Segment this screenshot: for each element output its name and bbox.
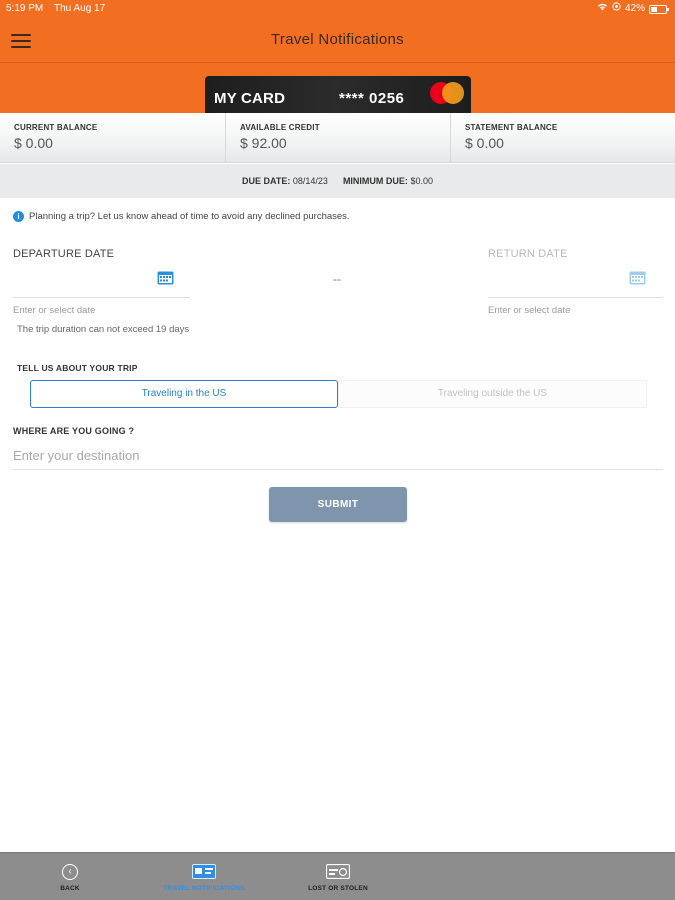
available-credit-label: AVAILABLE CREDIT: [240, 123, 320, 132]
bottom-tab-bar: ‹ BACK TRAVEL NOTIFICATIONS LOST OR STOL…: [0, 852, 675, 900]
balance-summary: CURRENT BALANCE $ 0.00 AVAILABLE CREDIT …: [0, 113, 675, 163]
trip-type-selector: Traveling in the US Traveling outside th…: [30, 380, 647, 408]
tab-travel-label: TRAVEL NOTIFICATIONS: [163, 885, 245, 892]
minimum-due-value: $0.00: [410, 176, 433, 186]
trip-type-label: TELL US ABOUT YOUR TRIP: [17, 363, 138, 373]
return-calendar-icon[interactable]: [629, 270, 646, 285]
tab-travel-notifications[interactable]: TRAVEL NOTIFICATIONS: [158, 853, 250, 900]
available-credit-value: $ 92.00: [240, 135, 287, 151]
header-divider: [0, 62, 675, 63]
return-date-hint: Enter or select date: [488, 305, 571, 316]
due-date-value: 08/14/23: [292, 176, 328, 186]
tab-lost-or-stolen[interactable]: LOST OR STOLEN: [303, 853, 373, 900]
date-separator: --: [333, 272, 341, 286]
option-traveling-us[interactable]: Traveling in the US: [30, 380, 338, 408]
status-indicators: 42%: [597, 0, 669, 18]
destination-input[interactable]: [13, 444, 663, 466]
tab-back-label: BACK: [60, 885, 80, 892]
lost-card-icon: [325, 863, 351, 884]
departure-date-label: DEPARTURE DATE: [13, 248, 115, 260]
duration-note: The trip duration can not exceed 19 days: [17, 324, 190, 335]
current-balance-label: CURRENT BALANCE: [14, 123, 98, 132]
info-message: i Planning a trip? Let us know ahead of …: [13, 211, 350, 222]
card-name: MY CARD: [214, 90, 286, 107]
departure-calendar-icon[interactable]: [157, 270, 174, 285]
tab-back[interactable]: ‹ BACK: [40, 853, 100, 900]
minimum-due-label: MINIMUM DUE:: [342, 176, 408, 186]
location-icon: [612, 0, 621, 18]
due-info: DUE DATE: 08/14/23 MINIMUM DUE: $0.00: [0, 164, 675, 198]
return-date-label: RETURN DATE: [488, 248, 568, 260]
available-credit: AVAILABLE CREDIT $ 92.00: [225, 113, 450, 163]
destination-underline: [13, 469, 663, 470]
info-text: Planning a trip? Let us know ahead of ti…: [29, 211, 350, 222]
statement-balance: STATEMENT BALANCE $ 0.00: [450, 113, 675, 163]
app-header: 5:19 PM Thu Aug 17 42% Travel Notificati…: [0, 0, 675, 113]
mastercard-logo-icon: [430, 82, 466, 104]
page-title: Travel Notifications: [271, 31, 404, 48]
option-traveling-outside-us[interactable]: Traveling outside the US: [338, 380, 647, 408]
departure-date-hint: Enter or select date: [13, 305, 96, 316]
statement-balance-value: $ 0.00: [465, 135, 504, 151]
due-date-label: DUE DATE:: [242, 176, 291, 186]
card-tab[interactable]: MY CARD **** 0256: [205, 76, 471, 113]
departure-date-field[interactable]: [13, 297, 190, 298]
return-date-field[interactable]: [488, 297, 663, 298]
submit-button[interactable]: SUBMIT: [269, 487, 407, 522]
tab-lost-label: LOST OR STOLEN: [308, 885, 368, 892]
battery-percent: 42%: [624, 3, 645, 14]
info-icon: i: [13, 211, 24, 222]
back-arrow-icon: ‹: [62, 864, 78, 880]
status-date: Thu Aug 17: [54, 3, 106, 14]
statement-balance-label: STATEMENT BALANCE: [465, 123, 558, 132]
travel-card-icon: [192, 864, 216, 884]
status-time: 5:19 PM: [6, 3, 44, 14]
destination-label: WHERE ARE YOU GOING ?: [13, 426, 135, 436]
card-number: **** 0256: [339, 90, 405, 107]
nav-bar: Travel Notifications: [0, 22, 675, 60]
battery-icon: [649, 4, 669, 14]
current-balance: CURRENT BALANCE $ 0.00: [0, 113, 225, 163]
status-bar: 5:19 PM Thu Aug 17 42%: [0, 0, 675, 18]
wifi-icon: [597, 0, 608, 18]
current-balance-value: $ 0.00: [14, 135, 53, 151]
